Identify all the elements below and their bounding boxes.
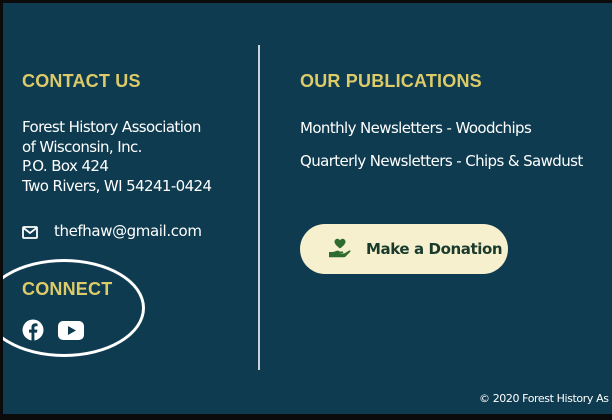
- donate-button-label: Make a Donation: [366, 240, 503, 258]
- copyright-text: © 2020 Forest History As: [479, 392, 609, 405]
- woodchips-newsletter-link[interactable]: Monthly Newsletters - Woodchips: [300, 119, 532, 137]
- column-divider: [258, 45, 260, 370]
- contact-heading: CONTACT US: [22, 71, 141, 91]
- address-line: of Wisconsin, Inc.: [22, 137, 142, 156]
- envelope-icon: [22, 225, 38, 239]
- address-line: Two Rivers, WI 54241-0424: [22, 176, 212, 195]
- highlight-circle: [3, 259, 145, 357]
- address-line: P.O. Box 424: [22, 157, 109, 175]
- site-footer: CONTACT US Forest History Association of…: [0, 0, 612, 420]
- publications-heading: OUR PUBLICATIONS: [300, 71, 482, 91]
- donate-button[interactable]: Make a Donation: [300, 224, 508, 274]
- email-address: thefhaw@gmail.com: [54, 222, 202, 240]
- address-line: Forest History Association: [22, 118, 201, 136]
- mailing-address: Forest History Association of Wisconsin,…: [22, 118, 212, 196]
- chips-sawdust-newsletter-link[interactable]: Quarterly Newsletters - Chips & Sawdust: [300, 152, 583, 170]
- email-link[interactable]: thefhaw@gmail.com: [22, 222, 202, 240]
- hand-heart-icon: [328, 238, 352, 260]
